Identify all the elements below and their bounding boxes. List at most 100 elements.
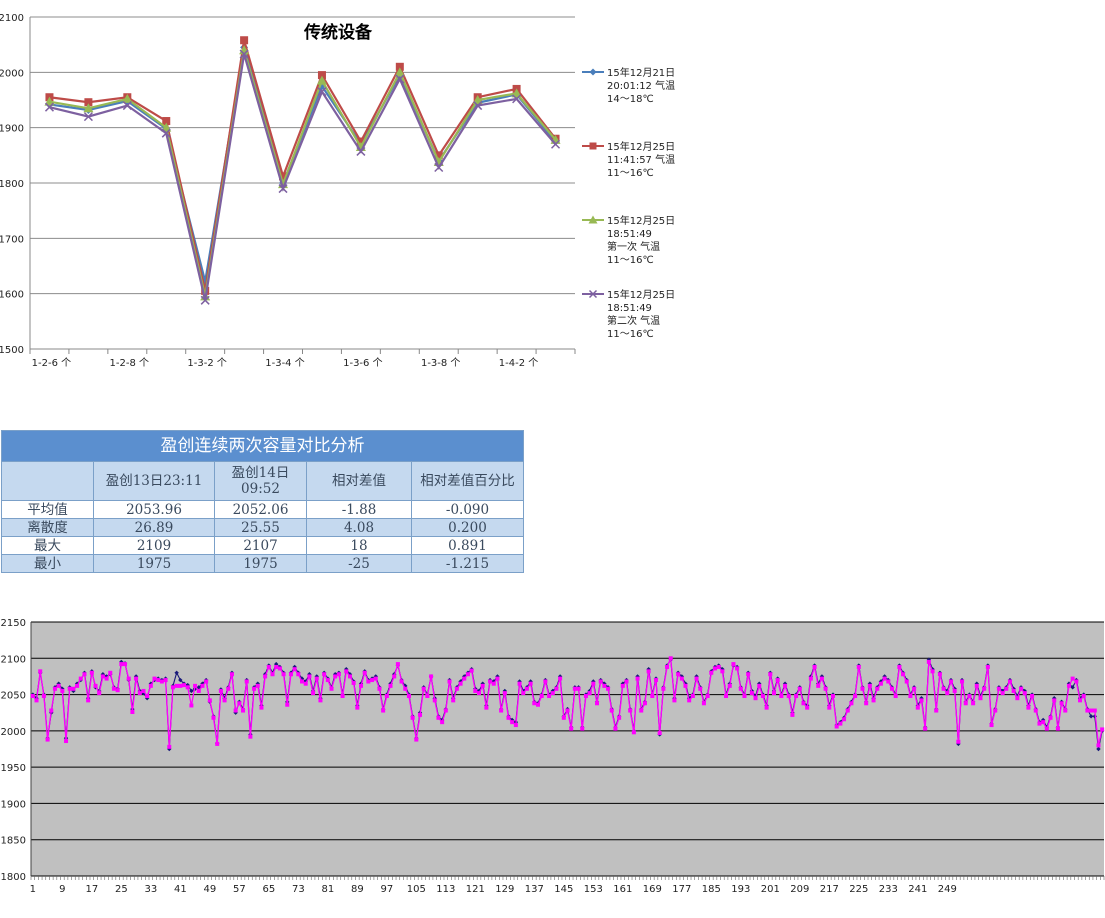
legend-label: 20:01:12 气温 — [607, 79, 675, 92]
legend-label: 14～18℃ — [607, 94, 654, 105]
data-point — [893, 694, 898, 699]
data-point — [974, 683, 979, 688]
data-point — [111, 686, 116, 691]
x-tick-label: 57 — [233, 884, 246, 895]
x-tick-label: 225 — [849, 884, 868, 895]
data-point — [1078, 698, 1083, 703]
x-tick-label: 1-3-6 个 — [343, 357, 382, 369]
data-point — [281, 672, 286, 677]
table-row: 最大 2109 2107 18 0.891 — [1, 536, 524, 555]
data-point — [156, 678, 161, 683]
data-point — [381, 708, 386, 713]
y-tick-label: 1900 — [0, 124, 24, 135]
data-point — [1096, 743, 1101, 748]
x-tick-label: 153 — [584, 884, 603, 895]
data-point — [738, 686, 743, 691]
data-point — [764, 705, 769, 710]
data-point — [274, 664, 279, 669]
data-point — [996, 686, 1001, 691]
header-col-b: 盈创14日 09:52 — [214, 461, 307, 501]
data-point — [646, 669, 651, 674]
data-point — [510, 720, 515, 725]
data-point — [359, 683, 364, 688]
data-point — [930, 669, 935, 674]
legend-marker — [589, 68, 597, 76]
data-point — [1074, 679, 1079, 684]
x-tick-label: 1-2-6 个 — [32, 357, 71, 369]
data-point — [1052, 698, 1057, 703]
x-tick-label: 89 — [351, 884, 364, 895]
data-point — [709, 670, 714, 675]
data-point — [362, 670, 367, 675]
data-point — [665, 664, 670, 669]
data-point — [421, 686, 426, 691]
data-point — [207, 698, 212, 703]
data-point — [473, 688, 478, 693]
data-point — [303, 681, 308, 686]
data-point — [377, 686, 382, 691]
data-point — [436, 715, 441, 720]
data-point — [443, 708, 448, 713]
data-point — [1019, 686, 1024, 691]
data-point — [178, 683, 183, 688]
data-point — [78, 676, 83, 681]
data-point — [285, 702, 290, 707]
data-point — [163, 678, 168, 683]
x-tick-label: 121 — [466, 884, 485, 895]
x-tick-label: 73 — [292, 884, 305, 895]
data-point — [650, 694, 655, 699]
data-point — [248, 734, 253, 739]
x-tick-label: 41 — [174, 884, 187, 895]
data-point — [126, 676, 131, 681]
data-point — [779, 694, 784, 699]
data-point — [145, 694, 150, 699]
capacity-comparison-table: 盈创连续两次容量对比分析 盈创13日23:11 盈创14日 09:52 相对差值… — [1, 430, 524, 573]
y-tick-label: 1950 — [1, 763, 26, 774]
x-tick-label: 9 — [59, 884, 65, 895]
cell-pct: -1.215 — [411, 554, 524, 573]
data-point — [167, 744, 172, 749]
data-point — [602, 683, 607, 688]
y-tick-label: 1500 — [0, 345, 24, 356]
data-point — [1007, 679, 1012, 684]
data-point — [123, 662, 128, 667]
data-point — [786, 694, 791, 699]
row-label: 离散度 — [1, 518, 94, 537]
cell-diff: -25 — [306, 554, 412, 573]
y-tick-label: 1800 — [1, 872, 26, 883]
data-point — [336, 672, 341, 677]
data-point — [937, 672, 942, 677]
data-point — [226, 686, 231, 691]
data-point — [462, 676, 467, 681]
data-point — [174, 683, 179, 688]
data-point — [237, 701, 242, 706]
x-tick-label: 1-2-8 个 — [110, 357, 149, 369]
data-point — [1041, 720, 1046, 725]
data-point — [506, 715, 511, 720]
data-point — [628, 708, 633, 713]
data-point — [760, 694, 765, 699]
x-tick-label: 169 — [643, 884, 662, 895]
data-point — [742, 694, 747, 699]
data-point — [967, 694, 972, 699]
data-point — [148, 683, 153, 688]
data-point — [547, 694, 552, 699]
data-point — [277, 666, 282, 671]
data-point — [705, 694, 710, 699]
cell-pct: 0.200 — [411, 518, 524, 537]
x-tick-label: 105 — [407, 884, 426, 895]
data-point — [886, 679, 891, 684]
data-point — [639, 708, 644, 713]
data-point — [982, 686, 987, 691]
data-point — [712, 666, 717, 671]
data-point — [583, 694, 588, 699]
data-point — [480, 683, 485, 688]
data-point — [447, 679, 452, 684]
data-point — [606, 686, 611, 691]
y-tick-label: 1850 — [1, 836, 26, 847]
data-point — [653, 678, 658, 683]
data-point — [971, 701, 976, 706]
data-point — [871, 698, 876, 703]
table-row: 离散度 26.89 25.55 4.08 0.200 — [1, 518, 524, 537]
data-point — [266, 664, 271, 669]
